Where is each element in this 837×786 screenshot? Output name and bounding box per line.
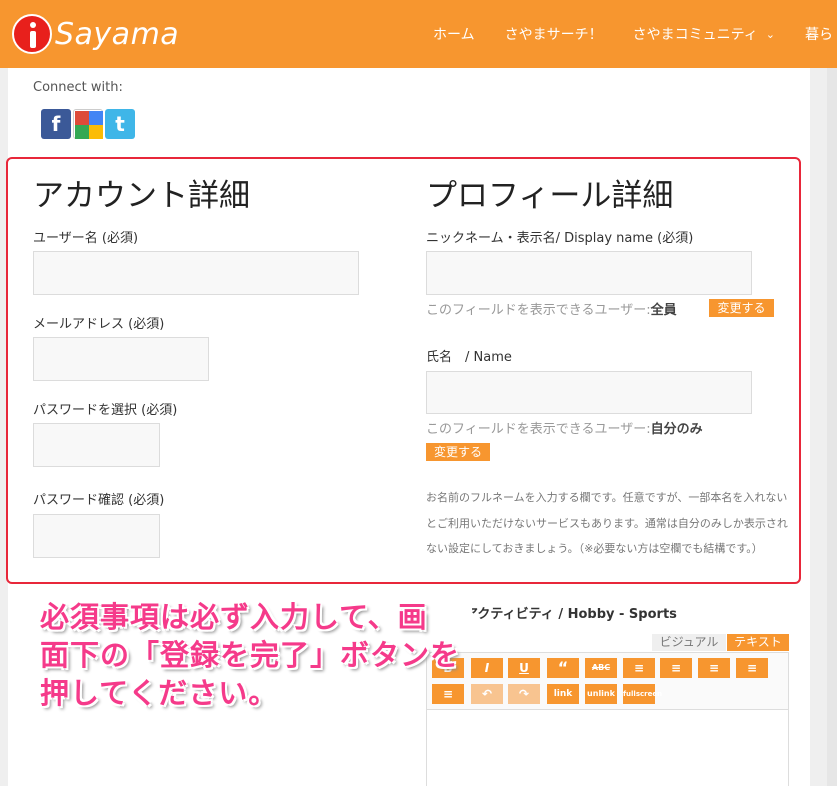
twitter-icon[interactable]: t <box>105 109 135 139</box>
logo-text: Sayama <box>55 16 180 52</box>
email-input[interactable] <box>33 337 209 381</box>
align-center-button[interactable]: ≡ <box>736 658 768 678</box>
change-name-visibility-button[interactable]: 変更する <box>426 443 490 461</box>
nav-item-community-label: さやまコミュニティ <box>632 27 758 43</box>
bullet-list-button[interactable]: ≡ <box>623 658 655 678</box>
account-details-heading: アカウント詳細 <box>33 178 250 214</box>
hobby-editor-textarea[interactable] <box>426 709 789 786</box>
overlay-line-3: 押してください。 <box>40 676 279 710</box>
redo-button[interactable]: ↷ <box>508 684 540 704</box>
nickname-input[interactable] <box>426 251 752 295</box>
password-confirm-label: パスワード確認 (必須) <box>33 493 165 508</box>
password-input[interactable] <box>33 423 160 467</box>
profile-details-heading: プロフィール詳細 <box>426 178 674 214</box>
name-input[interactable] <box>426 371 752 414</box>
username-label: ユーザー名 (必須) <box>33 231 139 246</box>
blockquote-button[interactable]: “ <box>547 658 579 678</box>
name-visibility-value: 自分のみ <box>650 422 703 437</box>
chevron-down-icon: ⌄ <box>765 27 775 41</box>
unlink-button[interactable]: unlink <box>585 684 617 704</box>
visibility-prefix: このフィールドを表示できるユーザー: <box>426 422 651 437</box>
tab-visual[interactable]: ビジュアル <box>652 634 726 651</box>
link-button[interactable]: link <box>547 684 579 704</box>
facebook-icon[interactable]: f <box>41 109 71 139</box>
nickname-visibility-text: このフィールドを表示できるユーザー:全員 <box>426 299 677 318</box>
nav-item-community[interactable]: さやまコミュニティ ⌄ <box>633 24 775 44</box>
password-label: パスワードを選択 (必須) <box>33 403 178 418</box>
name-field-note: お名前のフルネームを入力する欄です。任意ですが、一部本名を入れないとご利用いただ… <box>426 491 788 555</box>
main-nav: ホーム さやまサーチ！ さやまコミュニティ ⌄ 暮ら <box>433 0 837 68</box>
name-label: 氏名 / Name <box>426 350 512 365</box>
username-input[interactable] <box>33 251 359 295</box>
align-left-button[interactable]: ≡ <box>698 658 730 678</box>
tab-text[interactable]: テキスト <box>727 634 789 651</box>
editor-toolbar: B I U “ ABC ≡ ≡ ≡ ≡ ≡ ↶ ↷ link unlink fu… <box>426 652 789 709</box>
italic-button[interactable]: I <box>471 658 503 678</box>
google-icon[interactable] <box>73 109 103 139</box>
logo-mark-icon <box>12 14 52 54</box>
nav-item-search[interactable]: さやまサーチ！ <box>505 24 603 44</box>
nav-item-living[interactable]: 暮ら <box>805 24 833 44</box>
change-nickname-visibility-button[interactable]: 変更する <box>709 299 774 317</box>
nav-item-home[interactable]: ホーム <box>433 24 475 44</box>
nickname-visibility-value: 全員 <box>650 303 677 318</box>
undo-button[interactable]: ↶ <box>471 684 503 704</box>
nickname-label: ニックネーム・表示名/ Display name (必須) <box>426 231 694 246</box>
fullscreen-button[interactable]: fullscreen <box>623 684 662 704</box>
site-header: Sayama ホーム さやまサーチ！ さやまコミュニティ ⌄ 暮ら <box>0 0 837 68</box>
sidebar-edge <box>827 68 837 786</box>
name-visibility-text: このフィールドを表示できるユーザー:自分のみ <box>426 418 703 437</box>
email-label: メールアドレス (必須) <box>33 317 165 332</box>
instruction-overlay: 必須事項は必ず入力して、画 面下の「登録を完了」ボタンを 押してください。 <box>40 598 460 712</box>
overlay-line-2: 面下の「登録を完了」ボタンを <box>40 638 461 672</box>
visibility-prefix: このフィールドを表示できるユーザー: <box>426 303 651 318</box>
strikethrough-button[interactable]: ABC <box>585 658 617 678</box>
site-logo[interactable]: Sayama <box>12 14 179 54</box>
overlay-line-1: 必須事項は必ず入力して、画 <box>40 600 428 634</box>
underline-button[interactable]: U <box>508 658 540 678</box>
password-confirm-input[interactable] <box>33 514 160 558</box>
numbered-list-button[interactable]: ≡ <box>660 658 692 678</box>
connect-with-label: Connect with: <box>33 80 123 95</box>
